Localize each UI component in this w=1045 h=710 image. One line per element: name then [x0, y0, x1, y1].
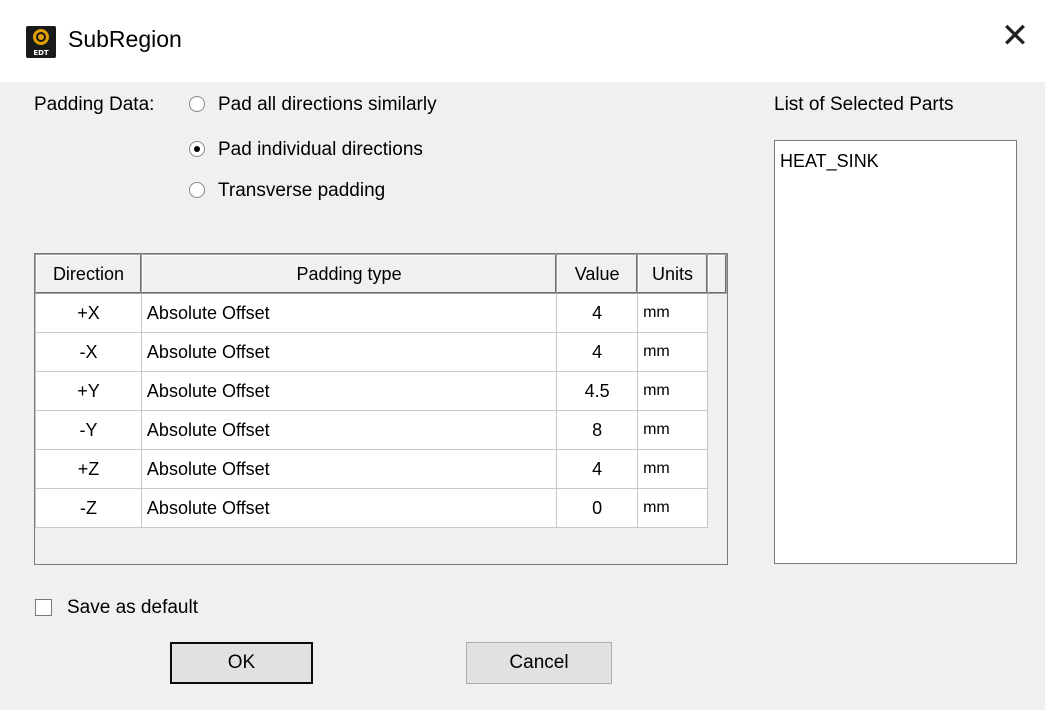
subregion-dialog: EDT SubRegion ✕ Padding Data: Pad all di…	[0, 0, 1045, 710]
ok-button[interactable]: OK	[170, 642, 313, 684]
cell-direction[interactable]: +Y	[35, 371, 142, 411]
padding-grid: Direction Padding type Value Units +X Ab…	[34, 253, 728, 565]
cell-padding-type[interactable]: Absolute Offset	[140, 293, 558, 333]
cell-units[interactable]: mm	[637, 293, 709, 333]
title-bar: EDT SubRegion ✕	[0, 0, 1045, 82]
cell-units[interactable]: mm	[637, 332, 709, 372]
cell-value[interactable]: 4.5	[556, 371, 639, 411]
cancel-button[interactable]: Cancel	[466, 642, 612, 684]
radio-pad-all-label[interactable]: Pad all directions similarly	[218, 94, 437, 116]
cell-value[interactable]: 8	[556, 410, 639, 450]
cell-padding-type[interactable]: Absolute Offset	[140, 449, 558, 489]
app-icon: EDT	[26, 26, 56, 58]
col-header-units[interactable]: Units	[637, 254, 709, 294]
selected-parts-label: List of Selected Parts	[774, 94, 954, 115]
table-row[interactable]: -Y Absolute Offset 8 mm	[35, 410, 727, 450]
table-row[interactable]: +Y Absolute Offset 4.5 mm	[35, 371, 727, 411]
save-default-label[interactable]: Save as default	[67, 597, 198, 619]
cell-padding-type[interactable]: Absolute Offset	[140, 332, 558, 372]
col-header-padding-type[interactable]: Padding type	[140, 254, 558, 294]
cell-padding-type[interactable]: Absolute Offset	[140, 410, 558, 450]
radio-pad-all[interactable]	[189, 96, 205, 112]
save-default-checkbox[interactable]	[35, 599, 52, 616]
table-row[interactable]: +X Absolute Offset 4 mm	[35, 293, 727, 333]
table-row[interactable]: +Z Absolute Offset 4 mm	[35, 449, 727, 489]
cell-padding-type[interactable]: Absolute Offset	[140, 488, 558, 528]
table-row[interactable]: -X Absolute Offset 4 mm	[35, 332, 727, 372]
cell-value[interactable]: 0	[556, 488, 639, 528]
list-item[interactable]: HEAT_SINK	[780, 151, 879, 172]
col-header-direction[interactable]: Direction	[35, 254, 142, 294]
cell-units[interactable]: mm	[637, 410, 709, 450]
radio-transverse[interactable]	[189, 182, 205, 198]
radio-pad-individual[interactable]	[189, 141, 205, 157]
cell-padding-type[interactable]: Absolute Offset	[140, 371, 558, 411]
cell-value[interactable]: 4	[556, 293, 639, 333]
close-icon[interactable]: ✕	[985, 8, 1045, 64]
cell-direction[interactable]: -Z	[35, 488, 142, 528]
cell-units[interactable]: mm	[637, 488, 709, 528]
cell-direction[interactable]: +Z	[35, 449, 142, 489]
padding-data-label: Padding Data:	[34, 94, 155, 115]
table-row[interactable]: -Z Absolute Offset 0 mm	[35, 488, 727, 528]
cell-units[interactable]: mm	[637, 449, 709, 489]
selected-parts-list[interactable]: HEAT_SINK	[774, 140, 1017, 564]
cell-value[interactable]: 4	[556, 449, 639, 489]
col-header-filler	[707, 254, 727, 294]
radio-pad-individual-label[interactable]: Pad individual directions	[218, 139, 423, 161]
col-header-value[interactable]: Value	[556, 254, 639, 294]
radio-transverse-label[interactable]: Transverse padding	[218, 180, 385, 202]
cell-direction[interactable]: -X	[35, 332, 142, 372]
cell-value[interactable]: 4	[556, 332, 639, 372]
cell-direction[interactable]: -Y	[35, 410, 142, 450]
cell-units[interactable]: mm	[637, 371, 709, 411]
window-title: SubRegion	[68, 26, 182, 52]
cell-direction[interactable]: +X	[35, 293, 142, 333]
